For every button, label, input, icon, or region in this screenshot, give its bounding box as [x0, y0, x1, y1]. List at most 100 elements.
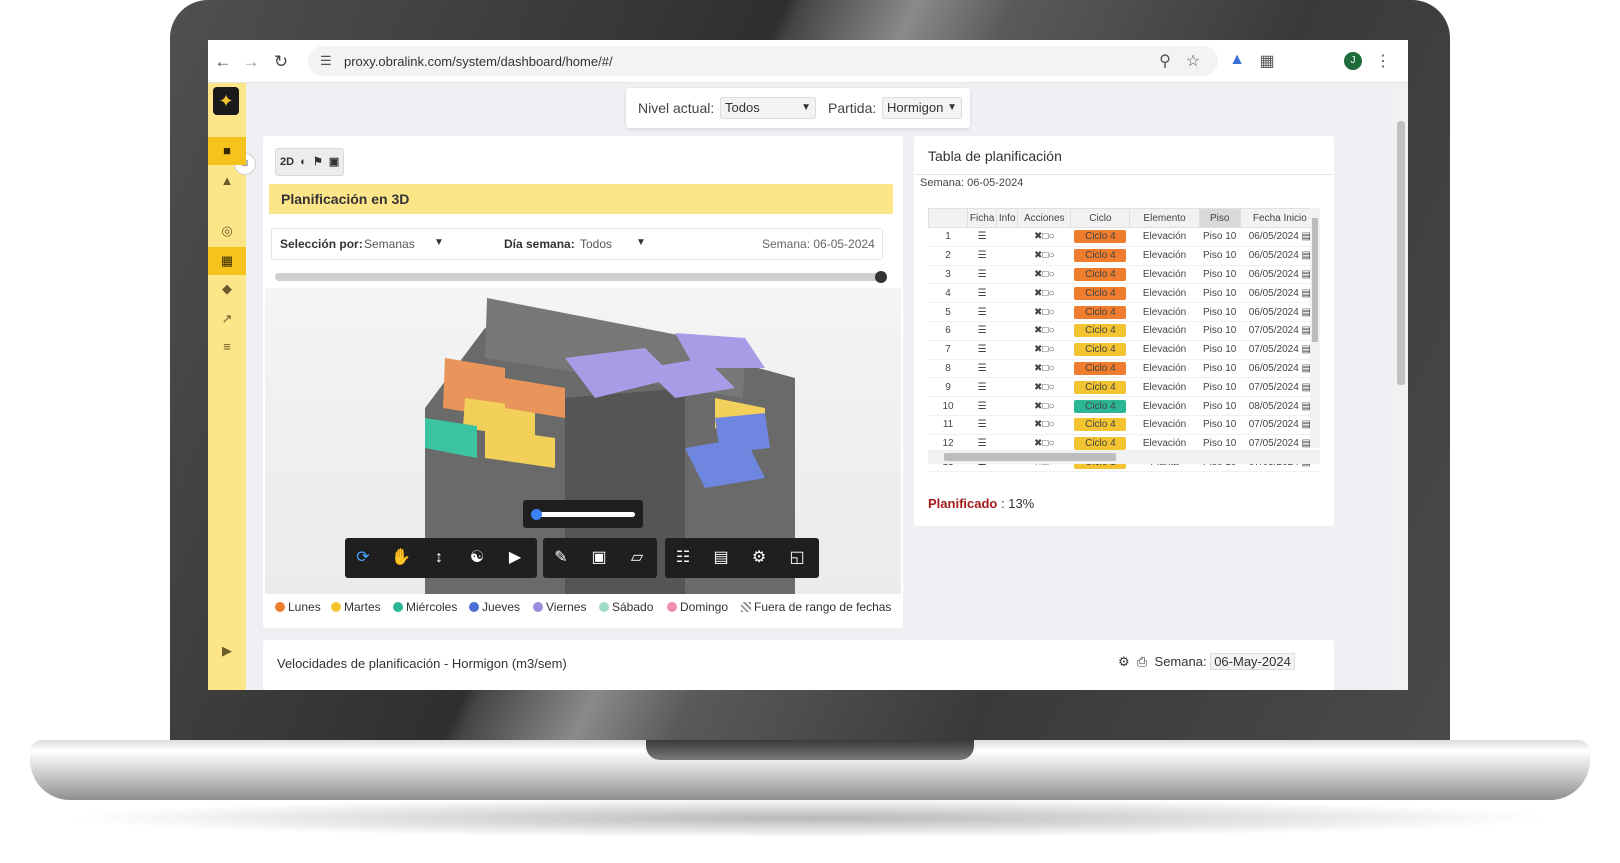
walk-person-icon[interactable]: ☯: [465, 547, 489, 569]
explode-cube-icon[interactable]: ▱: [625, 547, 649, 569]
table-row[interactable]: 1 ☰ ✖□○ Ciclo 4 Elevación Piso 10 06/05/2024 ▤: [928, 227, 1320, 247]
ficha-icon[interactable]: ☰: [967, 415, 997, 435]
gear-icon[interactable]: ⚙: [747, 547, 771, 569]
sidebar-item-chart[interactable]: ↗: [208, 305, 246, 333]
address-bar[interactable]: ☰ proxy.obralink.com/system/dashboard/ho…: [308, 46, 1218, 76]
ficha-icon[interactable]: ☰: [967, 340, 997, 360]
start-date-cell[interactable]: 06/05/2024 ▤: [1240, 227, 1320, 247]
table-vertical-scrollbar[interactable]: [1310, 208, 1320, 448]
table-row[interactable]: 11 ☰ ✖□○ Ciclo 4 Elevación Piso 10 07/05/2024 …: [928, 415, 1320, 435]
start-date-cell[interactable]: 07/05/2024 ▤: [1240, 377, 1320, 398]
reload-icon[interactable]: ↻: [270, 51, 292, 73]
table-row[interactable]: 4 ☰ ✖□○ Ciclo 4 Elevación Piso 10 06/05/2024 ▤: [928, 283, 1320, 304]
zoom-vertical-icon[interactable]: ↕: [427, 547, 451, 569]
sidebar-item-home[interactable]: ■: [208, 137, 246, 165]
app-logo[interactable]: ✦: [213, 87, 239, 115]
partida-select[interactable]: Hormigon ▼: [882, 97, 962, 119]
actions-icons[interactable]: ✖□○: [1017, 283, 1071, 304]
weekday-select[interactable]: Todos: [580, 237, 612, 251]
column-header[interactable]: Elemento: [1129, 208, 1200, 228]
column-header[interactable]: Ficha: [967, 208, 998, 228]
sidebar-expand-icon[interactable]: ▶: [208, 637, 246, 665]
properties-icon[interactable]: ▤: [709, 547, 733, 569]
mode-2d-button[interactable]: 2D: [280, 156, 294, 168]
extensions-puzzle-icon[interactable]: ▦: [1256, 51, 1278, 71]
actions-icons[interactable]: ✖□○: [1017, 377, 1071, 398]
table-row[interactable]: 9 ☰ ✖□○ Ciclo 4 Elevación Piso 10 07/05/2024 ▤: [928, 377, 1320, 398]
sidebar-item-list[interactable]: ≡: [208, 333, 246, 361]
section-box-icon[interactable]: ▣: [587, 547, 611, 569]
selection-select[interactable]: Semanas: [364, 237, 415, 251]
column-header[interactable]: [927, 208, 969, 228]
start-date-cell[interactable]: 07/05/2024 ▤: [1240, 321, 1320, 341]
table-row[interactable]: 2 ☰ ✖□○ Ciclo 4 Elevación Piso 10 06/05/2024 ▤: [928, 246, 1320, 266]
start-date-cell[interactable]: 06/05/2024 ▤: [1240, 265, 1320, 285]
menu-kebab-icon[interactable]: ⋮: [1372, 51, 1394, 71]
start-date-cell[interactable]: 06/05/2024 ▤: [1240, 359, 1320, 379]
section-slider[interactable]: [523, 500, 643, 528]
site-settings-icon[interactable]: ☰: [320, 53, 332, 69]
column-header[interactable]: Piso: [1198, 208, 1241, 228]
ficha-icon[interactable]: ☰: [967, 283, 997, 304]
contrast-icon[interactable]: ◐: [297, 156, 307, 168]
ficha-icon[interactable]: ☰: [967, 396, 997, 416]
start-date-cell[interactable]: 06/05/2024 ▤: [1240, 283, 1320, 304]
camera-icon[interactable]: ▶: [503, 547, 527, 569]
table-row[interactable]: 8 ☰ ✖□○ Ciclo 4 Elevación Piso 10 06/05/2024 ▤: [928, 359, 1320, 379]
gear-icon[interactable]: ⚙: [1118, 654, 1130, 669]
date-slider-track[interactable]: [275, 273, 883, 281]
table-horizontal-scrollbar[interactable]: [928, 450, 1320, 464]
column-header[interactable]: Acciones: [1017, 208, 1072, 228]
table-row[interactable]: 10 ☰ ✖□○ Ciclo 4 Elevación Piso 10 08/05/2024 …: [928, 396, 1320, 416]
table-row[interactable]: 5 ☰ ✖□○ Ciclo 4 Elevación Piso 10 06/05/2024 ▤: [928, 302, 1320, 322]
sidebar-item-cube[interactable]: ◆: [208, 275, 246, 303]
actions-icons[interactable]: ✖□○: [1017, 227, 1071, 247]
start-date-cell[interactable]: 07/05/2024 ▤: [1240, 415, 1320, 435]
start-date-cell[interactable]: 06/05/2024 ▤: [1240, 246, 1320, 266]
fullscreen-icon[interactable]: ◱: [785, 547, 809, 569]
model-tree-icon[interactable]: ☷: [671, 547, 695, 569]
pan-hand-icon[interactable]: ✋: [389, 547, 413, 569]
date-slider-handle[interactable]: [875, 271, 887, 283]
orbit-icon[interactable]: ⟳: [351, 547, 375, 569]
ficha-icon[interactable]: ☰: [967, 227, 997, 247]
table-row[interactable]: 7 ☰ ✖□○ Ciclo 4 Elevación Piso 10 07/05/2024 ▤: [928, 340, 1320, 360]
bookmark-star-icon[interactable]: ☆: [1182, 51, 1204, 71]
actions-icons[interactable]: ✖□○: [1017, 246, 1071, 266]
chevron-down-icon[interactable]: ▼: [434, 237, 444, 248]
table-row[interactable]: 3 ☰ ✖□○ Ciclo 4 Elevación Piso 10 06/05/2024 ▤: [928, 265, 1320, 285]
ficha-icon[interactable]: ☰: [967, 265, 997, 285]
zoom-icon[interactable]: ⚲: [1154, 51, 1176, 71]
sidebar-item-eye[interactable]: ◎: [208, 217, 246, 245]
column-header[interactable]: Info: [996, 208, 1019, 228]
table-row[interactable]: 6 ☰ ✖□○ Ciclo 4 Elevación Piso 10 07/05/2024 ▤: [928, 321, 1320, 341]
ficha-icon[interactable]: ☰: [967, 246, 997, 266]
actions-icons[interactable]: ✖□○: [1017, 359, 1071, 379]
print-icon[interactable]: ⎙: [1133, 654, 1151, 669]
page-scrollbar[interactable]: [1394, 83, 1408, 690]
level-select[interactable]: Todos ▼: [720, 97, 816, 119]
url-text[interactable]: proxy.obralink.com/system/dashboard/home…: [344, 54, 613, 69]
sidebar-item-table[interactable]: ▦: [208, 247, 246, 275]
forward-icon[interactable]: →: [240, 51, 262, 73]
column-header[interactable]: Ciclo: [1070, 208, 1131, 228]
start-date-cell[interactable]: 08/05/2024 ▤: [1240, 396, 1320, 416]
week-select[interactable]: 06-May-2024: [1210, 653, 1295, 670]
actions-icons[interactable]: ✖□○: [1017, 321, 1071, 341]
actions-icons[interactable]: ✖□○: [1017, 415, 1071, 435]
ruler-icon[interactable]: ✎: [549, 547, 573, 569]
flag-icon[interactable]: ⚑: [310, 156, 323, 168]
ficha-icon[interactable]: ☰: [967, 321, 997, 341]
profile-avatar[interactable]: J: [1344, 52, 1362, 70]
actions-icons[interactable]: ✖□○: [1017, 265, 1071, 285]
ficha-icon[interactable]: ☰: [967, 302, 997, 322]
start-date-cell[interactable]: 06/05/2024 ▤: [1240, 302, 1320, 322]
actions-icons[interactable]: ✖□○: [1017, 396, 1071, 416]
actions-icons[interactable]: ✖□○: [1017, 302, 1071, 322]
document-icon[interactable]: ▣: [326, 156, 339, 168]
start-date-cell[interactable]: 07/05/2024 ▤: [1240, 340, 1320, 360]
chevron-down-icon[interactable]: ▼: [636, 237, 646, 248]
sidebar-item-paint[interactable]: ▲: [208, 167, 246, 195]
column-header[interactable]: Fecha Inicio: [1239, 208, 1321, 228]
back-icon[interactable]: ←: [212, 51, 234, 73]
